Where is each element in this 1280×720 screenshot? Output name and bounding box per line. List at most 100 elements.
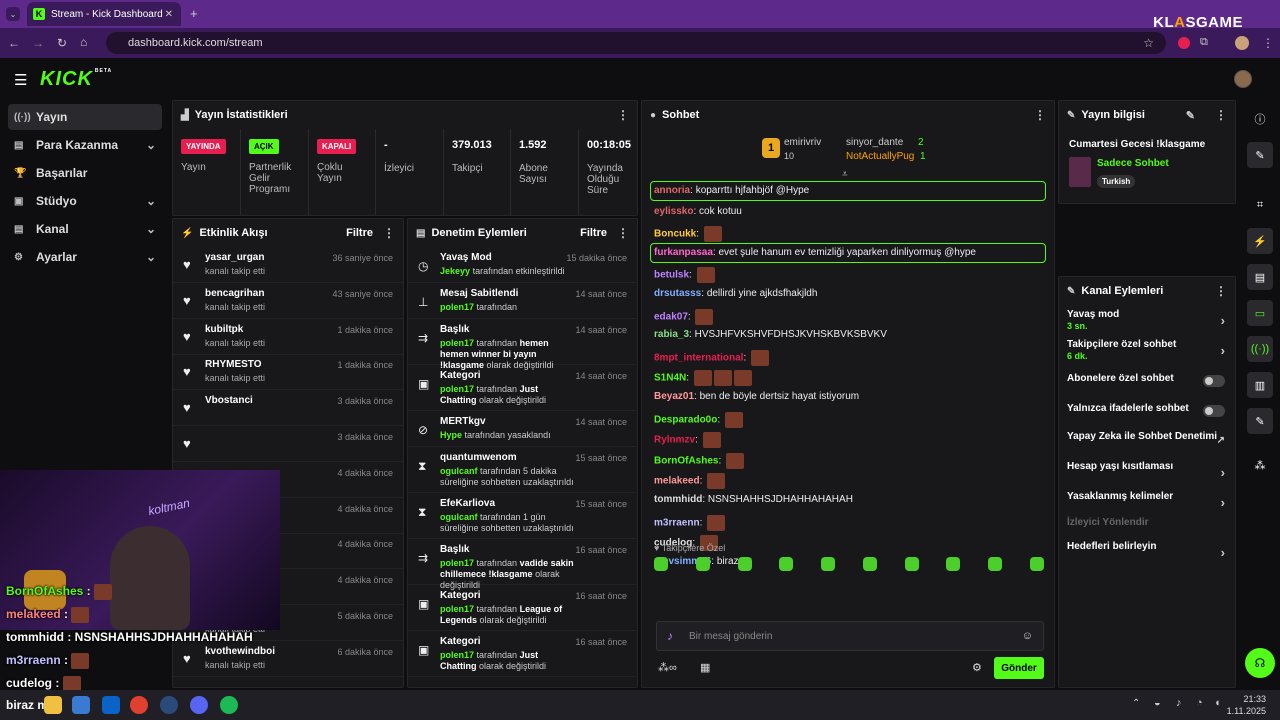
home-icon[interactable]: ⌂: [80, 35, 87, 49]
spotify-icon[interactable]: [220, 696, 238, 714]
store-app-icon[interactable]: [72, 696, 90, 714]
lightning-icon[interactable]: ⚡: [1247, 228, 1273, 254]
mic-icon[interactable]: ♪: [667, 629, 673, 643]
system-clock[interactable]: 21:33 1.11.2025: [1227, 693, 1266, 717]
chat-username[interactable]: Rylnmzv: [654, 435, 695, 446]
info-icon[interactable]: ⓘ: [1247, 106, 1273, 132]
browser-tab[interactable]: K Stream - Kick Dashboard ✕: [27, 2, 181, 26]
network-icon[interactable]: ◒: [1154, 697, 1161, 709]
discord-icon[interactable]: [190, 696, 208, 714]
bookmark-star-icon[interactable]: ☆: [1143, 36, 1154, 50]
chat-username[interactable]: drsutasss: [654, 288, 701, 299]
sidebar-item-2[interactable]: 🏆 Başarılar: [8, 160, 162, 186]
stream-info-menu-icon[interactable]: ⋮: [1215, 108, 1227, 122]
channel-actions-menu-icon[interactable]: ⋮: [1215, 284, 1227, 298]
chat-username[interactable]: rabia_3: [654, 329, 689, 340]
chat-username[interactable]: melakeed: [654, 476, 700, 487]
notes-icon[interactable]: ▤: [1247, 264, 1273, 290]
wifi-icon[interactable]: ◔: [1196, 697, 1203, 709]
address-bar[interactable]: dashboard.kick.com/stream ☆: [106, 32, 1166, 54]
emote-7[interactable]: [904, 557, 919, 571]
chat-username[interactable]: betulsk: [654, 270, 689, 281]
toggle-switch[interactable]: [1203, 405, 1225, 417]
chat-tools-icon[interactable]: ⁂∞: [658, 661, 677, 674]
category-name[interactable]: Sadece Sohbet: [1097, 158, 1169, 169]
chat-settings-icon[interactable]: ⚙: [972, 661, 982, 674]
chat-icon[interactable]: ▭: [1247, 300, 1273, 326]
channel-action-5[interactable]: Hesap yaşı kısıtlaması ›: [1059, 461, 1235, 489]
chat-username[interactable]: 8mpt_international: [654, 352, 743, 363]
chat-username[interactable]: furkanpasaa: [654, 247, 713, 258]
sidebar-item-0[interactable]: ((·)) Yayın: [8, 104, 162, 130]
help-chat-icon[interactable]: ☊: [1245, 648, 1275, 678]
emote-9[interactable]: [988, 557, 1003, 571]
hamburger-menu-icon[interactable]: ☰: [14, 71, 27, 89]
sidebar-item-5[interactable]: ⚙ Ayarlar ⌄: [8, 244, 162, 270]
tab-close-icon[interactable]: ✕: [165, 9, 173, 20]
tab-search-icon[interactable]: ⌄: [6, 7, 20, 21]
chat-username[interactable]: Boncukk: [654, 229, 696, 240]
emote-1[interactable]: [654, 557, 668, 571]
extensions-puzzle-icon[interactable]: ⧉: [1200, 36, 1208, 49]
moderation-menu-icon[interactable]: ⋮: [617, 226, 629, 240]
sidebar-item-3[interactable]: ▣ Stüdyo ⌄: [8, 188, 162, 214]
emote-4[interactable]: [779, 557, 794, 571]
wrench-icon[interactable]: ✎: [1247, 408, 1273, 434]
chat-username[interactable]: edak07: [654, 311, 688, 322]
channel-action-1[interactable]: Takipçilere özel sohbet 6 dk. ›: [1059, 339, 1235, 367]
pen-icon[interactable]: ✎: [1247, 142, 1273, 168]
chat-menu-icon[interactable]: ⋮: [1034, 108, 1046, 122]
send-button[interactable]: Gönder: [994, 657, 1044, 679]
emote-10[interactable]: [1029, 557, 1044, 571]
emote-6[interactable]: [862, 557, 877, 571]
layout-icon[interactable]: ▥: [1247, 372, 1273, 398]
pinned-toggle-icon[interactable]: ⩡: [842, 169, 848, 180]
channel-action-3[interactable]: Yalnızca ifadelerle sohbet: [1059, 403, 1235, 431]
chrome-icon[interactable]: [130, 696, 148, 714]
outlook-icon[interactable]: [102, 696, 120, 714]
user-avatar[interactable]: [1234, 70, 1252, 88]
chat-username[interactable]: eylissko: [654, 206, 693, 217]
browser-menu-icon[interactable]: ⋮: [1262, 36, 1274, 50]
chat-input[interactable]: ♪ Bir mesaj gönderin ☺: [656, 621, 1044, 651]
stream-tag[interactable]: Turkish: [1097, 175, 1136, 188]
emote-2[interactable]: [695, 557, 710, 571]
crop-icon[interactable]: ⌗: [1247, 192, 1273, 218]
emote-3[interactable]: [737, 557, 752, 571]
toggle-switch[interactable]: [1203, 375, 1225, 387]
edit-icon[interactable]: ✎: [1186, 109, 1195, 122]
stats-menu-icon[interactable]: ⋮: [617, 108, 629, 122]
chat-username[interactable]: Desparado0o: [654, 414, 717, 425]
channel-action-0[interactable]: Yavaş mod 3 sn. ›: [1059, 309, 1235, 337]
steam-icon[interactable]: [160, 696, 178, 714]
chat-username[interactable]: Beyaz01: [654, 391, 694, 402]
forward-icon[interactable]: →: [32, 36, 44, 50]
broadcast-icon[interactable]: ((·)): [1247, 336, 1273, 362]
sidebar-item-4[interactable]: ▤ Kanal ⌄: [8, 216, 162, 242]
back-icon[interactable]: ←: [8, 36, 20, 50]
emote-8[interactable]: [946, 557, 961, 571]
activity-filter-button[interactable]: Filtre: [346, 227, 373, 239]
channel-action-8[interactable]: Hedefleri belirleyin ›: [1059, 541, 1235, 569]
kick-logo[interactable]: KICK BETA: [40, 68, 112, 91]
share-icon[interactable]: ⁂: [1247, 452, 1273, 478]
chat-username[interactable]: annoria: [654, 185, 690, 196]
chat-username[interactable]: BornOfAshes: [654, 455, 718, 466]
activity-menu-icon[interactable]: ⋮: [383, 226, 395, 240]
emoji-icon[interactable]: ☺: [1022, 630, 1033, 642]
channel-action-2[interactable]: Abonelere özel sohbet: [1059, 373, 1235, 401]
channel-action-6[interactable]: Yasaklanmış kelimeler ›: [1059, 491, 1235, 519]
tray-chevron-icon[interactable]: ⌃: [1132, 698, 1140, 709]
chat-username[interactable]: S1N4N: [654, 373, 686, 384]
file-explorer-icon[interactable]: [44, 696, 62, 714]
chat-username[interactable]: m3rraenn: [654, 517, 700, 528]
profile-avatar-icon[interactable]: [1235, 36, 1249, 50]
volume-icon[interactable]: ◖: [1214, 697, 1221, 709]
extension-icon[interactable]: [1178, 37, 1190, 49]
reload-icon[interactable]: ↻: [57, 36, 67, 50]
channel-action-4[interactable]: Yapay Zeka ile Sohbet Denetimi ↗: [1059, 431, 1235, 459]
mic-tray-icon[interactable]: ♪: [1176, 697, 1182, 709]
store-icon[interactable]: ▦: [700, 661, 710, 674]
chat-username[interactable]: tommhidd: [654, 494, 702, 505]
emote-5[interactable]: [821, 557, 836, 571]
